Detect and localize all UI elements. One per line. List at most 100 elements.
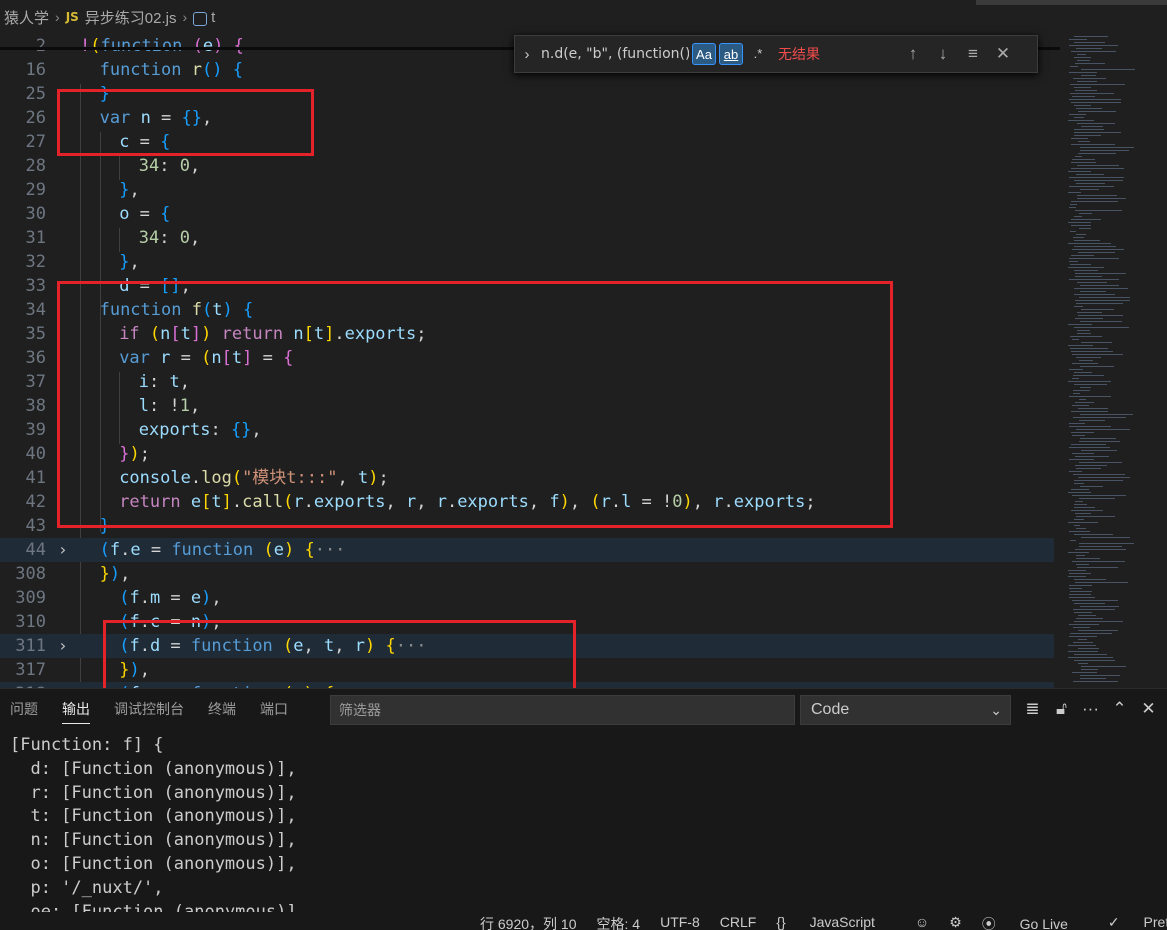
minimap-line — [1073, 627, 1090, 628]
minimap-line — [1076, 558, 1100, 559]
breadcrumb-folder[interactable]: 猿人学 — [4, 7, 49, 28]
prettier-label: Prettier — [1143, 914, 1167, 930]
minimap-line — [1080, 486, 1103, 487]
prettier-button[interactable]: ✓ Prettier — [1108, 914, 1167, 930]
toggle-replace-chevron-icon[interactable]: › — [515, 46, 539, 63]
minimap-line — [1076, 303, 1123, 304]
minimap-line — [1079, 441, 1120, 442]
extension-icon[interactable]: ⚙ — [949, 914, 962, 930]
code-text: (f.e = function (e) {··· — [99, 540, 346, 560]
code-line[interactable]: 32}, — [0, 250, 1054, 274]
minimap[interactable] — [1060, 34, 1167, 688]
code-line[interactable]: 309 (f.m = e), — [0, 586, 1054, 610]
panel-tabs: 问题 输出 调试控制台 终端 端口 — [0, 689, 302, 729]
code-line[interactable]: 44 › (f.e = function (e) {··· — [0, 538, 1054, 562]
regex-toggle[interactable]: .* — [746, 43, 770, 65]
minimap-line — [1072, 495, 1126, 496]
minimap-line — [1074, 240, 1100, 241]
output-filter-input[interactable]: 筛选器 — [330, 695, 795, 725]
find-widget: › n.d(e, "b", (function() Aa ab .* 无结果 ↑… — [514, 35, 1038, 73]
minimap-line — [1069, 459, 1094, 460]
minimap-line — [1076, 528, 1086, 529]
find-input[interactable]: n.d(e, "b", (function() — [539, 46, 689, 62]
next-match-arrow-down-icon[interactable]: ↓ — [928, 44, 958, 64]
minimap-line — [1074, 306, 1083, 307]
minimap-line — [1069, 261, 1078, 262]
annotation-box — [57, 89, 314, 156]
minimap-line — [1074, 87, 1091, 88]
minimap-line — [1081, 75, 1096, 76]
braces-icon: {} — [776, 914, 790, 930]
minimap-line — [1071, 351, 1113, 352]
minimap-line — [1075, 156, 1082, 157]
output-channel-select[interactable]: Code ⌄ — [800, 695, 1011, 725]
line-number: 311 — [15, 636, 46, 656]
fold-chevron-icon[interactable]: › — [58, 538, 68, 562]
tab-ports[interactable]: 端口 — [250, 689, 302, 729]
minimap-line — [1078, 477, 1130, 478]
minimap-line — [1070, 84, 1125, 85]
code-line[interactable]: 28 34: 0, — [0, 154, 1054, 178]
minimap-line — [1076, 357, 1101, 358]
code-line[interactable]: 30 o = { — [0, 202, 1054, 226]
minimap-line — [1078, 315, 1123, 316]
minimap-line — [1075, 300, 1130, 301]
tab-debug-console[interactable]: 调试控制台 — [104, 689, 198, 729]
language-mode[interactable]: {} JavaScript — [776, 914, 895, 930]
language-label: JavaScript — [809, 914, 875, 930]
minimap-line — [1071, 102, 1121, 103]
minimap-line — [1068, 222, 1091, 223]
indentation[interactable]: 空格: 4 — [597, 914, 641, 930]
code-text: (f.m = e), — [119, 588, 222, 608]
close-icon[interactable]: ✕ — [988, 44, 1018, 64]
minimap-line — [1080, 606, 1119, 607]
minimap-line — [1080, 414, 1133, 415]
minimap-line — [1069, 258, 1119, 259]
encoding[interactable]: UTF-8 — [660, 914, 700, 930]
end-of-line[interactable]: CRLF — [720, 914, 757, 930]
minimap-line — [1068, 381, 1111, 382]
lock-scroll-icon[interactable]: 🔓︎ — [1047, 695, 1076, 723]
previous-match-arrow-up-icon[interactable]: ↑ — [898, 44, 928, 64]
minimap-line — [1075, 63, 1105, 64]
minimap-line — [1068, 120, 1094, 121]
minimap-line — [1069, 426, 1111, 427]
minimap-line — [1079, 228, 1091, 229]
line-number: 35 — [25, 324, 46, 344]
minimap-line — [1078, 615, 1096, 616]
line-number: 30 — [25, 204, 46, 224]
fold-chevron-icon[interactable]: › — [58, 634, 68, 658]
maximize-panel-chevron-up-icon[interactable]: ⌃ — [1105, 695, 1134, 723]
close-panel-icon[interactable]: ✕ — [1134, 695, 1163, 723]
code-line[interactable]: 308}), — [0, 562, 1054, 586]
minimap-line — [1081, 537, 1130, 538]
copilot-icon[interactable]: ☺ — [915, 914, 929, 930]
horizontal-scrollbar[interactable] — [976, 0, 1167, 5]
cursor-position[interactable]: 行 6920，列 10 — [480, 914, 577, 930]
minimap-line — [1071, 51, 1116, 52]
tab-problems[interactable]: 问题 — [0, 689, 52, 729]
tab-terminal[interactable]: 终端 — [198, 689, 250, 729]
tab-output[interactable]: 输出 — [52, 689, 104, 729]
go-live-button[interactable]: ⦿ Go Live — [982, 914, 1088, 930]
more-actions-icon[interactable]: ··· — [1076, 695, 1105, 723]
minimap-line — [1075, 273, 1126, 274]
minimap-line — [1076, 234, 1086, 235]
whole-word-toggle[interactable]: ab — [719, 43, 743, 65]
minimap-line — [1078, 111, 1116, 112]
line-number: 308 — [15, 564, 46, 584]
output-line: p: '/_nuxt/', — [10, 877, 164, 898]
minimap-line — [1078, 663, 1088, 664]
panel-actions: ≣ 🔓︎ ··· ⌃ ✕ — [1018, 695, 1163, 723]
line-number: 41 — [25, 468, 46, 488]
code-line[interactable]: 29}, — [0, 178, 1054, 202]
breadcrumb-symbol[interactable]: t — [211, 9, 215, 26]
clear-output-icon[interactable]: ≣ — [1018, 695, 1047, 723]
find-in-selection-icon[interactable]: ≡ — [958, 44, 988, 64]
minimap-line — [1069, 588, 1082, 589]
breadcrumb-file[interactable]: 异步练习02.js — [85, 7, 177, 28]
code-line[interactable]: 31 34: 0, — [0, 226, 1054, 250]
minimap-line — [1068, 570, 1086, 571]
minimap-line — [1079, 420, 1105, 421]
match-case-toggle[interactable]: Aa — [692, 43, 716, 65]
